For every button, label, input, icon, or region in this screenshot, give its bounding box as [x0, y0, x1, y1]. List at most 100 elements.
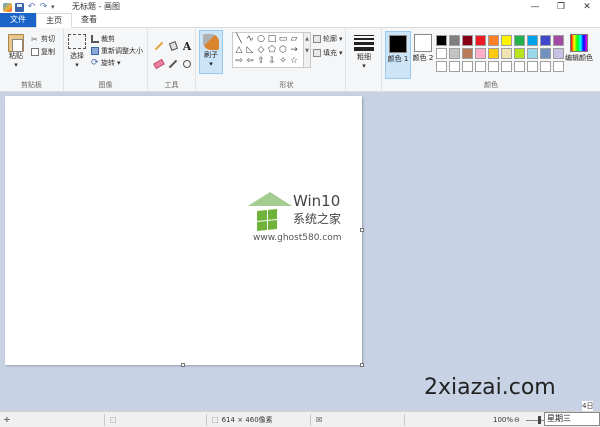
fill-button[interactable]: 填充 ▾: [313, 48, 343, 58]
diamond-shape-icon[interactable]: ◇: [256, 45, 266, 55]
resize-label: 重新调整大小: [101, 47, 143, 55]
palette-swatch[interactable]: [553, 61, 564, 72]
canvas-resize-handle-corner[interactable]: [360, 363, 364, 367]
palette-swatch[interactable]: [475, 48, 486, 59]
palette-swatch[interactable]: [514, 61, 525, 72]
palette-swatch[interactable]: [449, 61, 460, 72]
palette-swatch[interactable]: [540, 35, 551, 46]
resize-button[interactable]: 重新调整大小: [91, 46, 143, 56]
arrow-left-shape-icon[interactable]: ⇦: [245, 56, 255, 66]
right-arrow-shape-icon[interactable]: →: [289, 45, 299, 55]
redo-icon[interactable]: ↷: [39, 2, 48, 12]
four-point-star-shape-icon[interactable]: ✧: [278, 56, 288, 66]
pencil-tool[interactable]: [153, 40, 165, 52]
size-button[interactable]: 粗细 ▾: [353, 33, 375, 71]
size-dropdown-icon: ▾: [362, 62, 366, 70]
palette-swatch[interactable]: [475, 61, 486, 72]
line-shape-icon[interactable]: ╲: [234, 34, 244, 44]
outline-button[interactable]: 轮廓 ▾: [313, 34, 343, 44]
site-watermark: 2xiazai.com: [424, 375, 556, 400]
cut-button[interactable]: ✂ 剪切: [31, 34, 55, 44]
tab-home[interactable]: 主页: [36, 13, 72, 28]
hexagon-shape-icon[interactable]: ⬡: [278, 45, 288, 55]
polygon-shape-icon[interactable]: ▱: [289, 34, 299, 44]
palette-swatch[interactable]: [540, 61, 551, 72]
status-separator: [404, 414, 405, 426]
palette-swatch[interactable]: [527, 48, 538, 59]
palette-swatch[interactable]: [540, 48, 551, 59]
palette-swatch[interactable]: [488, 48, 499, 59]
magnifier-tool[interactable]: [181, 58, 193, 70]
drawing-canvas[interactable]: Win10 系统之家 www.ghost580.com: [5, 96, 362, 365]
curve-shape-icon[interactable]: ∿: [245, 34, 255, 44]
eraser-tool[interactable]: [153, 58, 165, 70]
quick-access-dropdown-icon[interactable]: ▾: [51, 3, 55, 11]
palette-swatch[interactable]: [488, 61, 499, 72]
canvas-size-status: ⬚ 614 × 460像素: [212, 412, 273, 427]
palette-swatch[interactable]: [501, 35, 512, 46]
palette-swatch[interactable]: [553, 48, 564, 59]
pentagon-shape-icon[interactable]: ⬠: [267, 45, 277, 55]
palette-swatch[interactable]: [462, 61, 473, 72]
shapes-scrollbar[interactable]: ▲ ▼: [304, 32, 311, 68]
tab-file[interactable]: 文件: [0, 13, 36, 27]
colors-group-label: 颜色: [484, 81, 498, 89]
edit-colors-icon: [570, 34, 588, 52]
arrow-up-shape-icon[interactable]: ⇧: [256, 56, 266, 66]
save-icon[interactable]: [15, 2, 24, 12]
crop-button[interactable]: 裁剪: [91, 34, 115, 44]
palette-swatch[interactable]: [436, 48, 447, 59]
palette-swatch[interactable]: [449, 48, 460, 59]
zoom-out-button[interactable]: ⊖: [514, 412, 520, 427]
color2-button[interactable]: 颜色 2: [412, 31, 434, 79]
zoom-slider-thumb[interactable]: [538, 415, 541, 424]
rotate-label: 旋转: [101, 59, 115, 67]
maximize-button[interactable]: ❐: [548, 0, 574, 14]
arrow-down-shape-icon[interactable]: ⇩: [267, 56, 277, 66]
palette-swatch[interactable]: [488, 35, 499, 46]
size-group: 粗细 ▾: [346, 28, 382, 92]
palette-swatch[interactable]: [514, 35, 525, 46]
canvas-resize-handle-bottom[interactable]: [181, 363, 185, 367]
rectangle-shape-icon[interactable]: □: [267, 34, 277, 44]
right-triangle-shape-icon[interactable]: ◺: [245, 45, 255, 55]
color-picker-tool[interactable]: [167, 58, 179, 70]
select-label: 选择: [70, 52, 84, 60]
paint-app-icon[interactable]: [3, 2, 12, 12]
copy-button[interactable]: 复制: [31, 47, 55, 57]
palette-swatch[interactable]: [436, 61, 447, 72]
canvas-resize-handle-right[interactable]: [360, 228, 364, 232]
palette-swatch[interactable]: [475, 35, 486, 46]
text-tool[interactable]: A: [181, 40, 193, 53]
palette-swatch[interactable]: [514, 48, 525, 59]
palette-swatch[interactable]: [501, 61, 512, 72]
edit-colors-button[interactable]: 编辑颜色: [564, 34, 594, 63]
canvas-size-icon: ⬚: [212, 416, 219, 424]
minimize-button[interactable]: —: [522, 0, 548, 14]
fill-label: 填充: [323, 49, 337, 57]
palette-swatch[interactable]: [462, 48, 473, 59]
palette-swatch[interactable]: [436, 35, 447, 46]
select-button[interactable]: 选择 ▾: [66, 34, 88, 70]
undo-icon[interactable]: ↶: [27, 2, 36, 12]
paste-button[interactable]: 粘贴 ▾: [4, 34, 28, 70]
outline-label: 轮廓: [323, 35, 337, 43]
rounded-rectangle-shape-icon[interactable]: ▭: [278, 34, 288, 44]
color1-button[interactable]: 颜色 1: [385, 31, 411, 79]
palette-swatch[interactable]: [553, 35, 564, 46]
select-rectangle-icon: [68, 34, 86, 49]
fill-tool[interactable]: [167, 40, 179, 52]
brushes-button[interactable]: 刷子 ▾: [199, 30, 223, 74]
arrow-right-shape-icon[interactable]: ⇨: [234, 56, 244, 66]
five-point-star-shape-icon[interactable]: ☆: [289, 56, 299, 66]
palette-swatch[interactable]: [501, 48, 512, 59]
rotate-button[interactable]: ⟳ 旋转 ▾: [91, 58, 121, 68]
tab-view[interactable]: 查看: [72, 13, 106, 27]
palette-swatch[interactable]: [462, 35, 473, 46]
palette-swatch[interactable]: [527, 61, 538, 72]
triangle-shape-icon[interactable]: △: [234, 45, 244, 55]
palette-swatch[interactable]: [527, 35, 538, 46]
close-button[interactable]: ✕: [574, 0, 600, 14]
oval-shape-icon[interactable]: ○: [256, 34, 266, 44]
palette-swatch[interactable]: [449, 35, 460, 46]
